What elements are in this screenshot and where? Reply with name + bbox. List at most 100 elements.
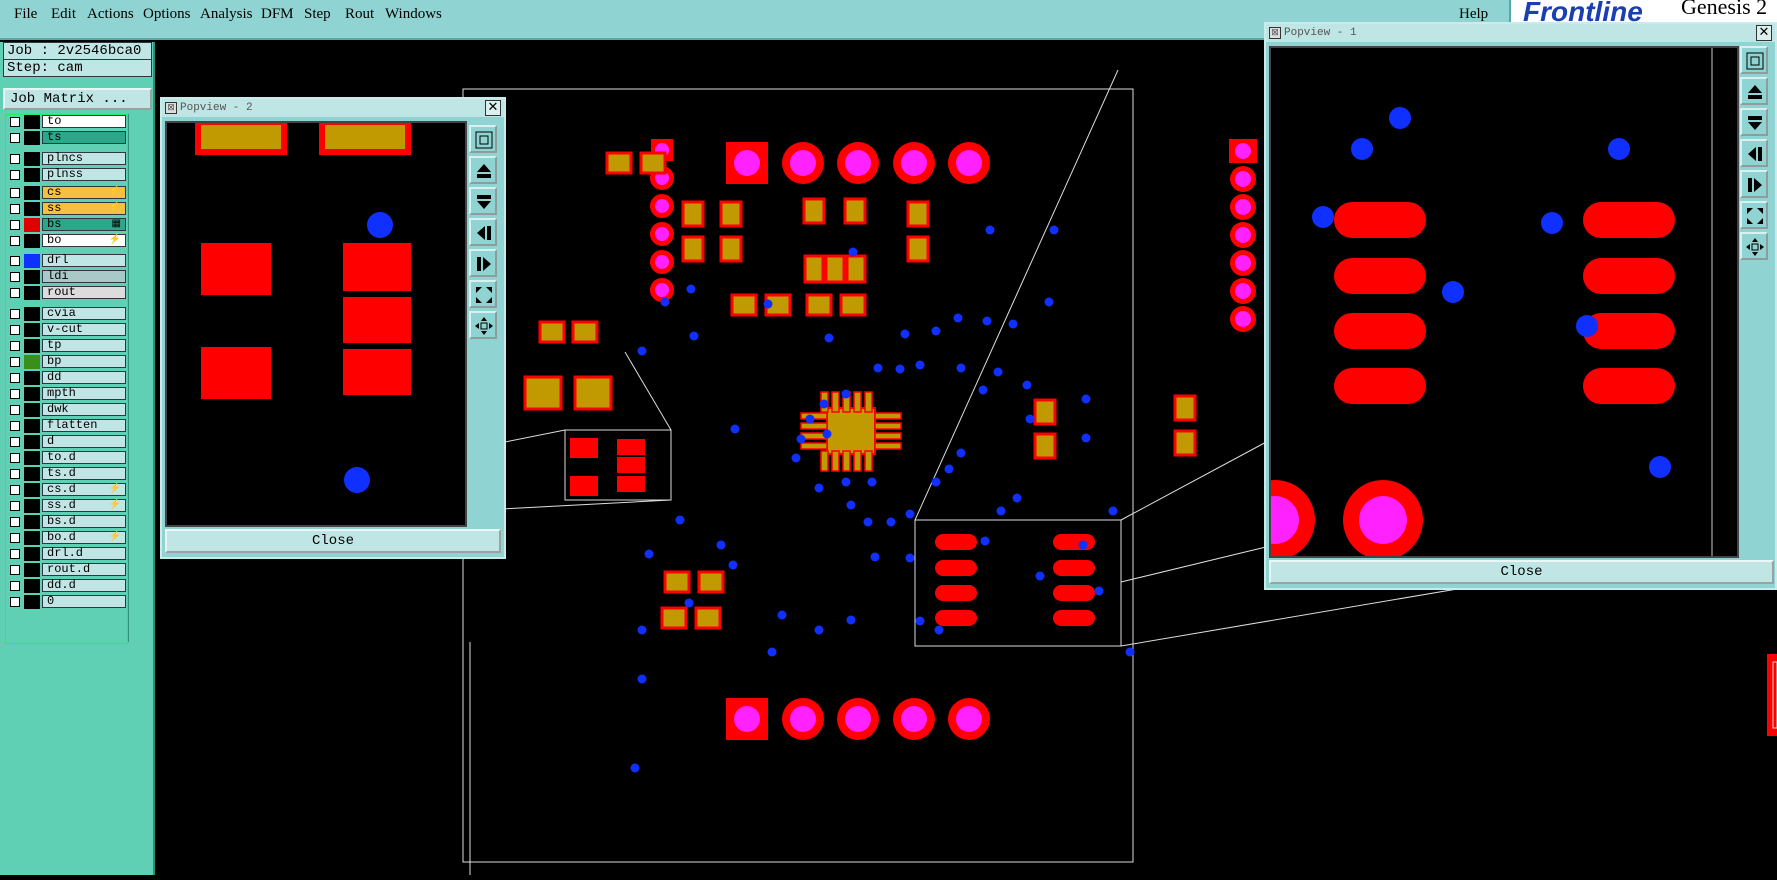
zoom-out-button[interactable] [1740, 232, 1768, 260]
layer-row-v-cut[interactable]: v-cut [6, 323, 127, 337]
layer-name[interactable]: dd [42, 371, 126, 384]
layer-row-drl[interactable]: drl [6, 254, 127, 268]
layer-row-plncs[interactable]: plncs [6, 152, 127, 166]
layer-name[interactable]: bs.d [42, 515, 126, 528]
layer-name[interactable]: bo ⚡ [42, 234, 126, 247]
layer-name[interactable]: d [42, 435, 126, 448]
layer-name[interactable]: mpth [42, 387, 126, 400]
layer-checkbox[interactable] [10, 469, 20, 479]
zoom-fit-button[interactable] [1740, 46, 1768, 74]
pan-up-button[interactable] [469, 156, 497, 184]
layer-name[interactable]: bo.d ⚡ [42, 531, 126, 544]
layer-checkbox[interactable] [10, 272, 20, 282]
layer-name[interactable]: 0 [42, 595, 126, 608]
layer-checkbox[interactable] [10, 325, 20, 335]
layer-row-dd[interactable]: dd [6, 371, 127, 385]
menu-file[interactable]: File [14, 6, 37, 23]
layer-checkbox[interactable] [10, 437, 20, 447]
layer-row-to[interactable]: to [6, 115, 127, 129]
layer-checkbox[interactable] [10, 236, 20, 246]
layer-row-bs-d[interactable]: bs.d [6, 515, 127, 529]
layer-name[interactable]: cs ⚡ [42, 186, 126, 199]
layer-name[interactable]: plnss [42, 168, 126, 181]
layer-name[interactable]: ss ⚡ [42, 202, 126, 215]
layer-checkbox[interactable] [10, 597, 20, 607]
layer-name[interactable]: ss.d ⚡ [42, 499, 126, 512]
pan-right-button[interactable] [469, 249, 497, 277]
popview-2-titlebar[interactable]: ⊠ Popview - 2 ✕ [162, 99, 504, 117]
pan-down-button[interactable] [469, 187, 497, 215]
layer-checkbox[interactable] [10, 188, 20, 198]
pan-right-button[interactable] [1740, 170, 1768, 198]
pan-left-button[interactable] [469, 218, 497, 246]
layer-name[interactable]: ldi [42, 270, 126, 283]
layer-row-drl-d[interactable]: drl.d [6, 547, 127, 561]
zoom-in-button[interactable] [1740, 201, 1768, 229]
layer-checkbox[interactable] [10, 581, 20, 591]
layer-name[interactable]: cvia [42, 307, 126, 320]
layer-row-flatten[interactable]: flatten [6, 419, 127, 433]
menu-step[interactable]: Step [304, 6, 331, 23]
layer-checkbox[interactable] [10, 389, 20, 399]
pan-down-button[interactable] [1740, 108, 1768, 136]
layer-checkbox[interactable] [10, 170, 20, 180]
menu-help[interactable]: Help [1459, 6, 1488, 23]
menu-analysis[interactable]: Analysis [200, 6, 253, 23]
layer-name[interactable]: ts [42, 131, 126, 144]
menu-dfm[interactable]: DFM [261, 6, 294, 23]
layer-name[interactable]: flatten [42, 419, 126, 432]
layer-checkbox[interactable] [10, 256, 20, 266]
layer-row-cs[interactable]: cs ⚡ [6, 186, 127, 200]
layer-checkbox[interactable] [10, 117, 20, 127]
layer-row-ss[interactable]: ss ⚡ [6, 202, 127, 216]
popview-1-canvas[interactable] [1269, 46, 1739, 558]
layer-row-plnss[interactable]: plnss [6, 168, 127, 182]
layer-row-d[interactable]: d [6, 435, 127, 449]
layer-checkbox[interactable] [10, 357, 20, 367]
menu-actions[interactable]: Actions [87, 6, 134, 23]
layer-name[interactable]: bs ▦ [42, 218, 126, 231]
layer-checkbox[interactable] [10, 501, 20, 511]
layer-row-ss-d[interactable]: ss.d ⚡ [6, 499, 127, 513]
layer-name[interactable]: cs.d ⚡ [42, 483, 126, 496]
layer-list-scrollbar[interactable] [128, 114, 153, 642]
zoom-out-button[interactable] [469, 311, 497, 339]
window-menu-icon[interactable]: ⊠ [1269, 27, 1281, 39]
layer-checkbox[interactable] [10, 341, 20, 351]
pan-up-button[interactable] [1740, 77, 1768, 105]
layer-row-cvia[interactable]: cvia [6, 307, 127, 321]
layer-checkbox[interactable] [10, 288, 20, 298]
layer-checkbox[interactable] [10, 485, 20, 495]
layer-row-to-d[interactable]: to.d [6, 451, 127, 465]
layer-name[interactable]: dd.d [42, 579, 126, 592]
menu-windows[interactable]: Windows [385, 6, 442, 23]
layer-row-ldi[interactable]: ldi [6, 270, 127, 284]
popview-1-titlebar[interactable]: ⊠ Popview - 1 ✕ [1266, 24, 1775, 42]
layer-checkbox[interactable] [10, 565, 20, 575]
layer-checkbox[interactable] [10, 453, 20, 463]
layer-row-bo[interactable]: bo ⚡ [6, 234, 127, 248]
job-matrix-button[interactable]: Job Matrix ... [3, 88, 152, 110]
close-icon[interactable]: ✕ [485, 100, 501, 116]
layer-checkbox[interactable] [10, 549, 20, 559]
layer-row-tp[interactable]: tp [6, 339, 127, 353]
layer-checkbox[interactable] [10, 154, 20, 164]
layer-row-cs-d[interactable]: cs.d ⚡ [6, 483, 127, 497]
layer-name[interactable]: plncs [42, 152, 126, 165]
layer-name[interactable]: tp [42, 339, 126, 352]
menu-edit[interactable]: Edit [51, 6, 76, 23]
window-menu-icon[interactable]: ⊠ [165, 102, 177, 114]
layer-checkbox[interactable] [10, 533, 20, 543]
zoom-in-button[interactable] [469, 280, 497, 308]
layer-checkbox[interactable] [10, 133, 20, 143]
layer-checkbox[interactable] [10, 309, 20, 319]
layer-row-mpth[interactable]: mpth [6, 387, 127, 401]
layer-name[interactable]: ts.d [42, 467, 126, 480]
layer-name[interactable]: bp [42, 355, 126, 368]
layer-checkbox[interactable] [10, 421, 20, 431]
layer-name[interactable]: rout [42, 286, 126, 299]
layer-checkbox[interactable] [10, 220, 20, 230]
layer-row-0[interactable]: 0 [6, 595, 127, 609]
popview-1-close-button[interactable]: Close [1269, 560, 1774, 584]
layer-row-dd-d[interactable]: dd.d [6, 579, 127, 593]
